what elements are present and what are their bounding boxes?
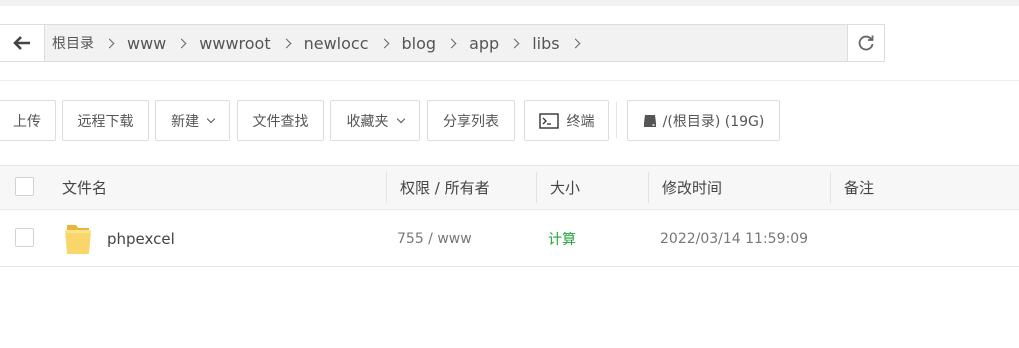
- chevron-right-icon: [281, 38, 292, 48]
- terminal-label: 终端: [566, 113, 595, 130]
- header-name[interactable]: 文件名: [62, 166, 107, 209]
- crumb-label: wwwroot: [199, 33, 271, 53]
- row-checkbox[interactable]: [15, 228, 34, 247]
- refresh-icon: [858, 35, 874, 51]
- favorites-dropdown-button[interactable]: 收藏夹: [330, 100, 420, 141]
- path-bar: 根目录 www wwwroot newlocc blog app libs: [0, 24, 885, 62]
- favorites-label: 收藏夹: [346, 113, 389, 130]
- upload-button[interactable]: 上传: [0, 100, 56, 141]
- crumb-label: newlocc: [303, 33, 369, 53]
- file-search-button[interactable]: 文件查找: [237, 100, 324, 141]
- file-name-text: phpexcel: [107, 229, 175, 248]
- crumb-app[interactable]: app: [469, 34, 532, 53]
- crumb-label: www: [127, 33, 167, 53]
- share-list-button[interactable]: 分享列表: [427, 100, 515, 141]
- table-header: 文件名 权限 / 所有者 大小 修改时间 备注: [0, 165, 1019, 210]
- chevron-down-icon: [396, 114, 405, 123]
- crumb-label: app: [469, 33, 500, 53]
- chevron-right-icon: [570, 38, 581, 48]
- share-list-label: 分享列表: [443, 113, 499, 130]
- breadcrumb: 根目录 www wwwroot newlocc blog app libs: [45, 25, 847, 61]
- crumb-root[interactable]: 根目录: [52, 33, 127, 53]
- crumb-wwwroot[interactable]: wwwroot: [199, 34, 303, 53]
- terminal-icon: [538, 112, 559, 129]
- header-permission[interactable]: 权限 / 所有者: [400, 166, 490, 209]
- column-divider: [536, 172, 537, 203]
- chevron-right-icon: [104, 38, 115, 48]
- crumb-www[interactable]: www: [127, 34, 199, 53]
- column-divider: [386, 172, 387, 203]
- upload-label: 上传: [13, 113, 41, 130]
- column-divider: [830, 172, 831, 203]
- crumb-label: libs: [532, 33, 560, 53]
- new-dropdown-button[interactable]: 新建: [155, 100, 230, 141]
- header-mtime[interactable]: 修改时间: [662, 166, 722, 209]
- remote-download-button[interactable]: 远程下载: [62, 100, 149, 141]
- back-arrow-icon: [13, 36, 30, 50]
- crumb-newlocc[interactable]: newlocc: [304, 34, 402, 53]
- top-strip: [0, 0, 1019, 6]
- file-search-label: 文件查找: [252, 113, 309, 130]
- header-size[interactable]: 大小: [550, 166, 580, 209]
- remote-download-label: 远程下载: [77, 113, 134, 130]
- disk-button[interactable]: /(根目录) (19G): [627, 100, 780, 141]
- disk-icon: [643, 114, 656, 127]
- crumb-blog[interactable]: blog: [402, 34, 470, 53]
- refresh-button[interactable]: [847, 25, 884, 61]
- column-divider: [648, 172, 649, 203]
- chevron-right-icon: [176, 38, 187, 48]
- disk-label: /(根目录) (19G): [662, 113, 765, 130]
- crumb-libs[interactable]: libs: [532, 34, 592, 53]
- crumb-label: 根目录: [52, 36, 94, 52]
- crumb-label: blog: [401, 33, 437, 53]
- chevron-right-icon: [379, 38, 389, 48]
- folder-icon: [65, 224, 91, 254]
- size-cell: 计算: [548, 210, 576, 267]
- chevron-right-icon: [446, 38, 457, 48]
- header-note: 备注: [844, 179, 875, 197]
- divider: [0, 80, 1019, 81]
- select-all-checkbox[interactable]: [15, 177, 34, 196]
- terminal-button[interactable]: 终端: [524, 100, 609, 141]
- folder-icon-cell: [64, 210, 92, 267]
- chevron-down-icon: [206, 114, 216, 123]
- permission-cell[interactable]: 755 / www: [397, 210, 472, 267]
- back-button[interactable]: [0, 25, 45, 61]
- mtime-cell: 2022/03/14 11:59:09: [660, 230, 809, 247]
- file-name[interactable]: phpexcel: [107, 210, 175, 267]
- table-row[interactable]: phpexcel 755 / www 计算 2022/03/14 11:59:0…: [0, 210, 1019, 267]
- toolbar-separator: [616, 102, 617, 138]
- calculate-size-link[interactable]: 计算: [548, 229, 576, 249]
- chevron-right-icon: [509, 38, 520, 48]
- new-label: 新建: [171, 113, 199, 130]
